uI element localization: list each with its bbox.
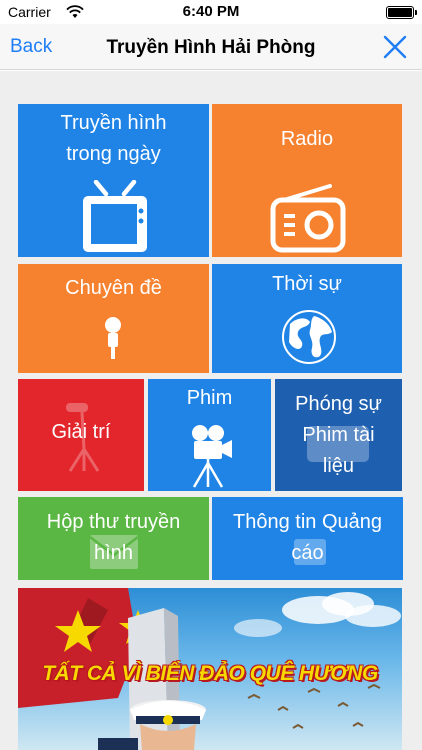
tile-label-line: Hộp thư truyền (46, 511, 181, 533)
tile-label-line: Chuyên đề (65, 277, 162, 299)
tv-icon (83, 180, 147, 252)
status-bar: Carrier 6:40 PM (0, 0, 422, 24)
navigation-bar: Back Truyền Hình Hải Phòng (0, 24, 422, 70)
tile-label-line: Radio (280, 128, 334, 150)
promo-banner[interactable]: TẤT CẢ VÌ BIỂN ĐẢO QUÊ HƯƠNG (18, 588, 402, 750)
tile-label-line: Phim tài (302, 424, 375, 446)
tile-thoi-su[interactable]: Thời sự (212, 264, 402, 373)
tile-label-line: Truyền hình (60, 112, 167, 134)
tile-giai-tri[interactable]: Giải trí (18, 379, 144, 491)
radio-icon (270, 184, 346, 253)
tile-thong-tin-quang-cao[interactable]: Thông tin Quảng cáo (212, 497, 403, 580)
globe-icon (282, 310, 336, 364)
tile-label-line: cáo (291, 542, 324, 564)
close-icon[interactable] (382, 34, 408, 60)
content-area: Truyền hình trong ngày Radio Chuyên đề T… (0, 71, 422, 750)
page-title: Truyền Hình Hải Phòng (106, 37, 316, 58)
banner-caption: TẤT CẢ VÌ BIỂN ĐẢO QUÊ HƯƠNG (42, 662, 378, 685)
tile-label-line: Phóng sự (295, 393, 382, 415)
tile-hop-thu-truyen-hinh[interactable]: Hộp thư truyền hình (18, 497, 209, 580)
tile-phong-su-phim-tai-lieu[interactable]: Phóng sự Phim tài liệu (275, 379, 402, 491)
tile-label-line: Phim (186, 387, 233, 409)
battery-icon (386, 6, 417, 19)
microphone-icon (105, 317, 121, 359)
tile-radio[interactable]: Radio (212, 104, 402, 257)
movie-camera-icon (192, 425, 232, 488)
tile-label-line: Thông tin Quảng (233, 511, 382, 533)
tile-label-line: Thời sự (272, 273, 342, 295)
tile-chuyen-de[interactable]: Chuyên đề (18, 264, 209, 373)
status-time: 6:40 PM (182, 3, 240, 20)
tile-phim[interactable]: Phim (148, 379, 271, 491)
tile-label-line: Giải trí (51, 421, 111, 443)
tile-label-line: liệu (322, 455, 355, 477)
tile-label-line: trong ngày (66, 143, 161, 165)
tile-label-line: hình (94, 542, 133, 564)
tile-truyen-hinh-trong-ngay[interactable]: Truyền hình trong ngày (18, 104, 209, 257)
